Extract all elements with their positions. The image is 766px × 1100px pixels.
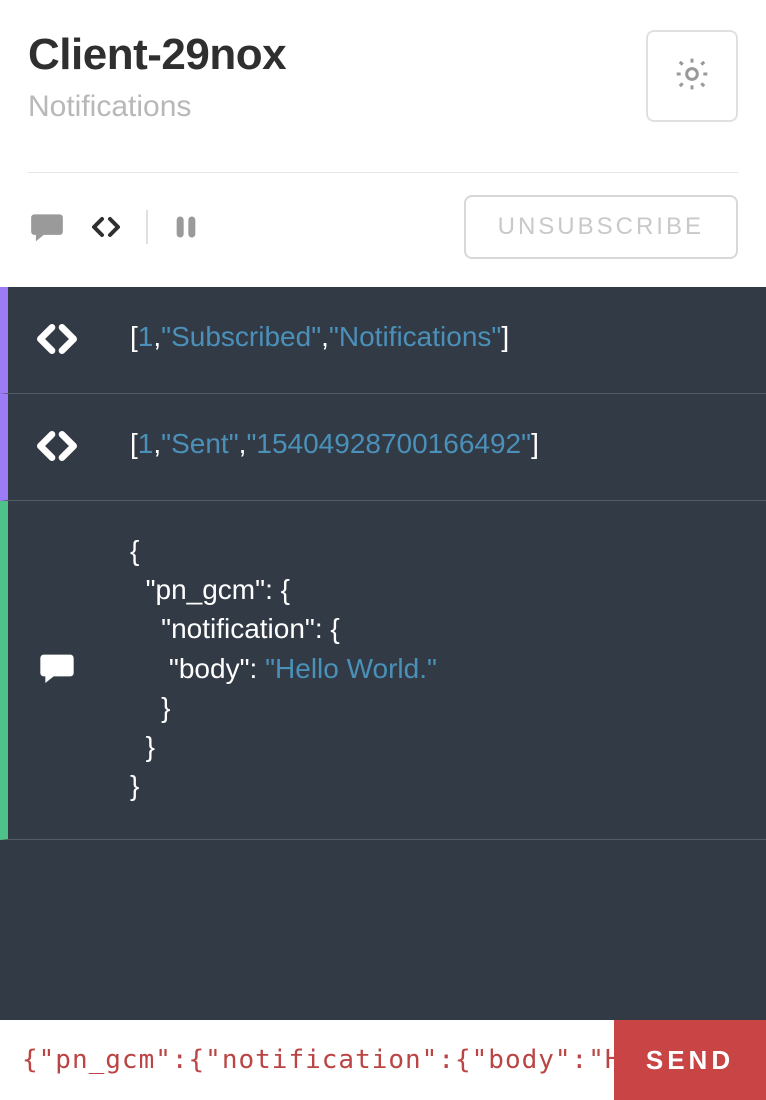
message-body: [1,"Subscribed","Notifications"]: [130, 317, 509, 356]
chat-view-toggle[interactable]: [28, 208, 66, 246]
message-list: [1,"Subscribed","Notifications"] [1,"Sen…: [0, 287, 766, 1020]
toolbar-separator: [146, 210, 148, 244]
raw-view-toggle[interactable]: [90, 211, 122, 243]
send-button[interactable]: SEND: [614, 1020, 766, 1100]
header: Client-29nox Notifications: [0, 0, 766, 142]
message-body: { "pn_gcm": { "notification": { "body": …: [130, 531, 437, 805]
settings-button[interactable]: [646, 30, 738, 122]
message-row: { "pn_gcm": { "notification": { "body": …: [0, 501, 766, 840]
gear-icon: [672, 54, 712, 99]
message-body: [1,"Sent","15404928700166492"]: [130, 424, 539, 463]
message-row: [1,"Sent","15404928700166492"]: [0, 394, 766, 501]
message-input[interactable]: {"pn_gcm":{"notification":{"body":"Hello…: [0, 1020, 614, 1100]
chat-icon: [32, 648, 82, 688]
client-title: Client-29nox: [28, 30, 286, 80]
toolbar: UNSUBSCRIBE: [0, 173, 766, 287]
message-list-empty-area: [0, 840, 766, 1020]
message-row: [1,"Subscribed","Notifications"]: [0, 287, 766, 394]
channel-subtitle: Notifications: [28, 90, 286, 124]
pause-button[interactable]: [172, 211, 200, 243]
code-icon: [32, 319, 82, 359]
composer: {"pn_gcm":{"notification":{"body":"Hello…: [0, 1020, 766, 1100]
unsubscribe-button[interactable]: UNSUBSCRIBE: [464, 195, 738, 259]
code-icon: [32, 426, 82, 466]
